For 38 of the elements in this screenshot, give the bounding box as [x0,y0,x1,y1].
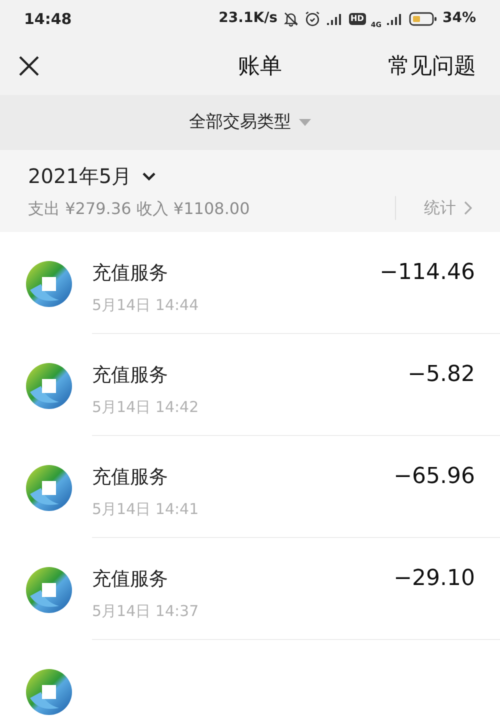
network-speed: 23.1K/s [218,9,278,28]
chevron-down-icon [142,172,156,181]
signal-icon [326,12,344,26]
hd-badge: HD [348,12,366,25]
transaction-time: 5月14日 14:42 [92,396,199,418]
transaction-amount: −29.10 [394,565,475,594]
page-title: 账单 [237,52,283,81]
transaction-row[interactable]: 充值服务 5月14日 14:37 −29.10 [0,538,500,640]
service-logo-icon [25,362,73,410]
bell-off-icon [282,10,299,27]
transaction-time: 5月14日 14:41 [92,498,199,520]
transaction-row[interactable]: 充值服务 5月14日 14:44 −114.46 [0,232,500,334]
service-logo-icon [25,464,73,512]
close-icon [18,55,40,78]
service-logo-icon [25,260,73,308]
chevron-right-icon [464,201,472,216]
service-logo-icon [25,566,73,614]
transaction-type-dropdown[interactable]: 全部交易类型 [189,110,311,136]
month-summary: 支出 ¥279.36 收入 ¥1108.00 [28,198,250,220]
battery-icon [409,12,438,26]
alarm-icon [304,10,321,28]
transaction-row[interactable]: 充值服务 5月14日 14:41 −65.96 [0,436,500,538]
month-selector[interactable]: 2021年5月 [28,161,250,192]
transaction-title: 充值服务 [92,261,169,286]
transaction-title: 充值服务 [92,465,169,490]
transaction-title: 充值服务 [92,567,169,592]
transaction-row[interactable]: 充值服务 5月14日 14:42 −5.82 [0,334,500,436]
transaction-amount: −65.96 [394,463,475,492]
dropdown-triangle-icon [299,118,311,126]
service-logo-icon [25,668,73,716]
transaction-amount: −114.46 [380,259,475,288]
transaction-time: 5月14日 14:37 [92,600,199,622]
transaction-amount: −5.82 [408,361,475,390]
status-time: 14:48 [24,8,72,30]
transaction-time: 5月14日 14:44 [92,294,199,316]
help-link[interactable]: 常见问题 [388,50,484,83]
transaction-title: 充值服务 [92,363,169,388]
battery-percent: 34% [442,9,476,28]
